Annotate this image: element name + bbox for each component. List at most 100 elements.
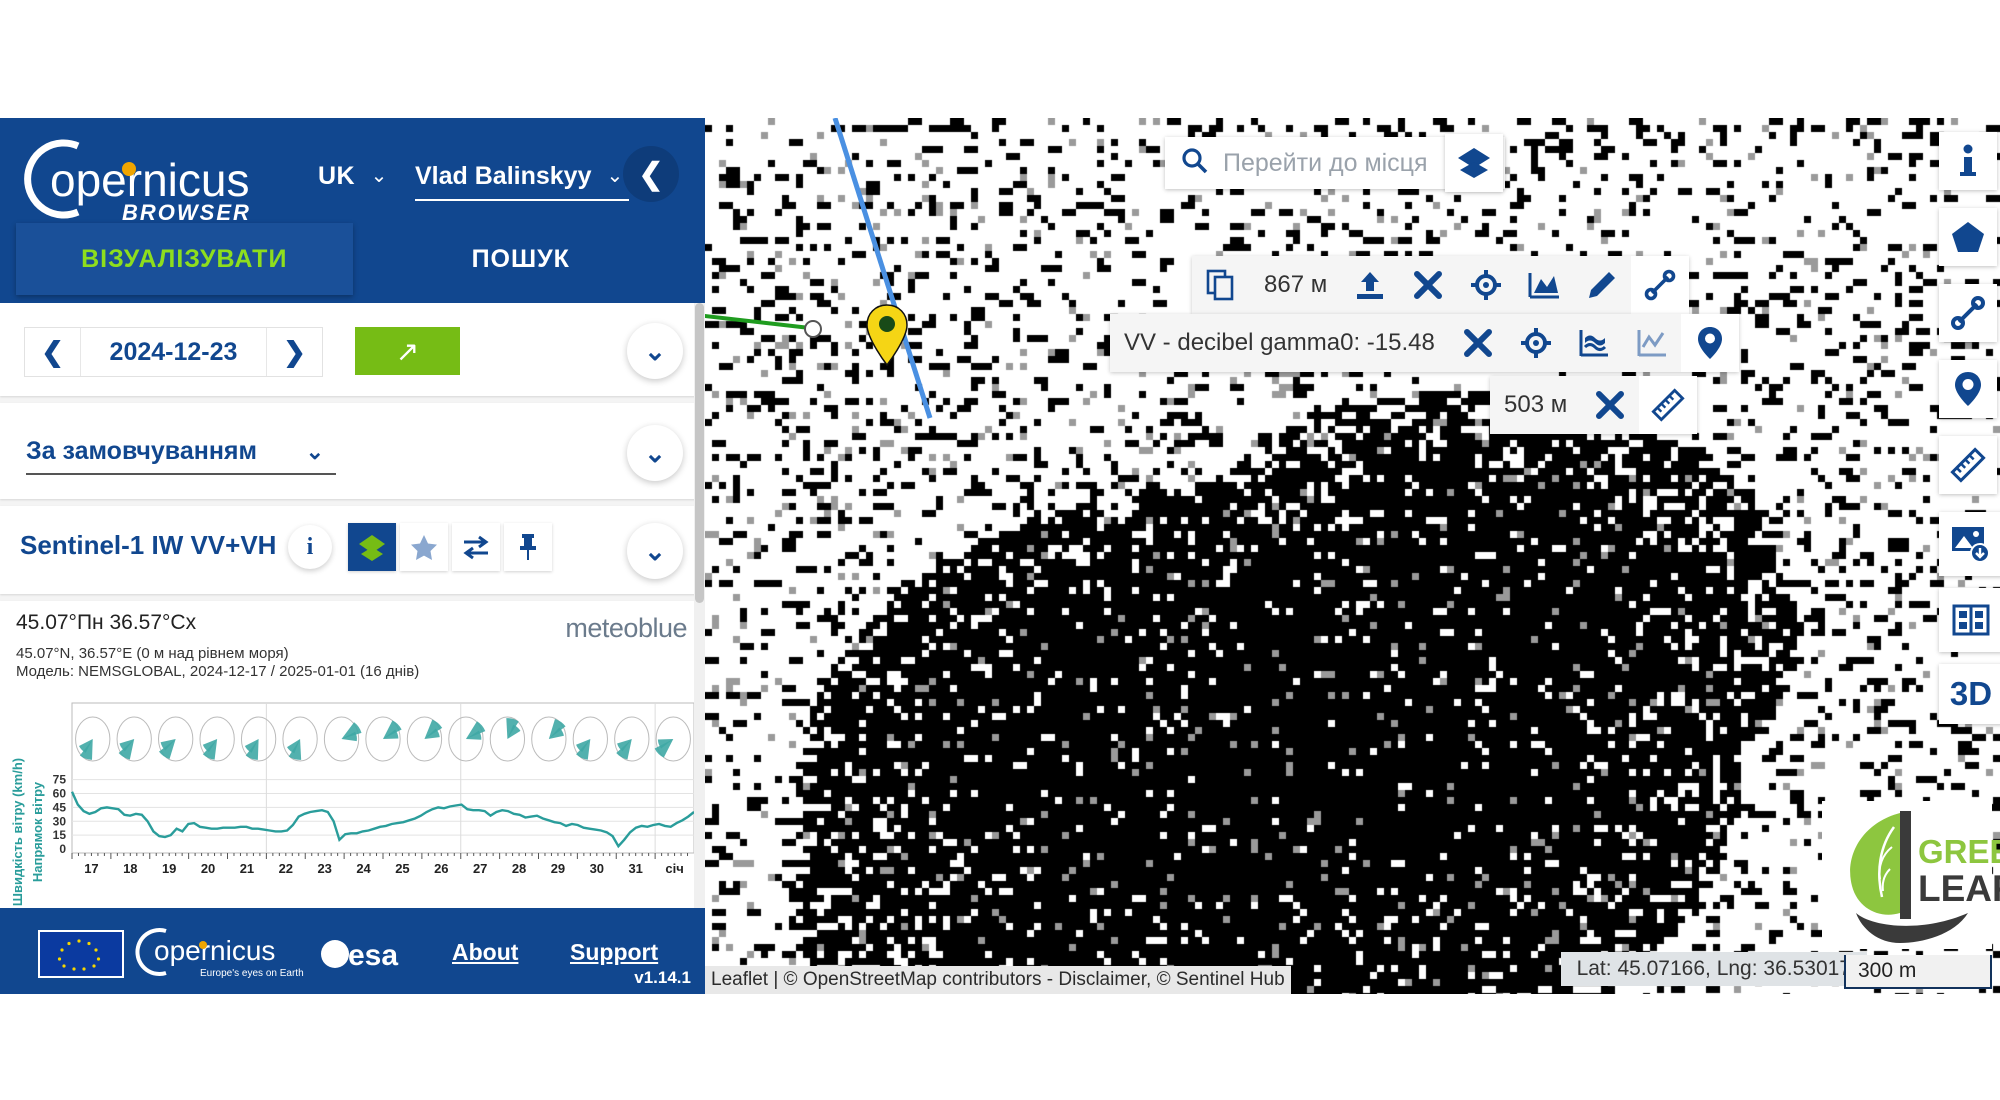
image-download-icon[interactable] <box>1939 512 2000 576</box>
chevron-down-icon: ⌄ <box>370 165 388 187</box>
compare-icon[interactable] <box>452 523 500 571</box>
svg-text:esa: esa <box>348 939 398 972</box>
area-chart-icon[interactable] <box>1515 256 1573 314</box>
svg-text:BROWSER: BROWSER <box>122 200 251 225</box>
pin-icon[interactable] <box>504 523 552 571</box>
chevron-down-icon: ⌄ <box>305 438 324 464</box>
language-label: UK <box>318 162 356 190</box>
sidebar-collapse-button[interactable]: ❮ <box>623 146 679 202</box>
info-icon[interactable] <box>1939 132 1997 190</box>
upload-icon[interactable] <box>1341 256 1399 314</box>
user-menu[interactable]: Vlad Balinskyy ⌄ <box>415 162 630 201</box>
preset-value: За замовчуванням <box>26 437 258 465</box>
chevron-left-icon: ❮ <box>638 157 664 191</box>
search-icon <box>1165 147 1223 180</box>
close-icon[interactable] <box>1399 256 1457 314</box>
sar-imagery-layer[interactable] <box>705 118 2000 994</box>
copernicus-footer-logo: opernicus Europe's eyes on Earth <box>135 926 304 980</box>
eu-flag-icon <box>38 930 124 978</box>
svg-text:18: 18 <box>123 861 137 876</box>
scrollbar-thumb[interactable] <box>695 303 704 603</box>
preset-dropdown[interactable]: За замовчуванням ⌄ <box>26 437 336 475</box>
measure-toolbar: 867 м <box>1192 256 1690 314</box>
map-marker-icon[interactable] <box>865 303 909 367</box>
svg-text:22: 22 <box>279 861 293 876</box>
date-selector-card: ❮ 2024-12-23 ❯ ↗ ⌄ <box>0 303 705 396</box>
date-picker[interactable]: ❮ 2024-12-23 ❯ <box>24 327 323 377</box>
date-value[interactable]: 2024-12-23 <box>81 328 266 376</box>
arrow-up-right-icon: ↗ <box>395 335 420 367</box>
svg-text:opernicus: opernicus <box>154 935 275 966</box>
footer-link-about[interactable]: About <box>452 939 518 966</box>
date-next-button[interactable]: ❯ <box>266 328 322 376</box>
info-icon[interactable]: i <box>288 525 332 569</box>
language-selector[interactable]: UK ⌄ <box>318 162 388 191</box>
svg-text:Напрямок вітру: Напрямок вітру <box>30 781 45 882</box>
polygon-icon[interactable] <box>1939 208 1997 266</box>
pixel-value-label: VV - decibel gamma0: -15.48 <box>1124 329 1435 356</box>
film-icon[interactable] <box>1939 588 2000 652</box>
svg-text:75: 75 <box>53 773 67 787</box>
line-measure-icon[interactable] <box>1631 256 1690 314</box>
svg-text:20: 20 <box>201 861 215 876</box>
line-measure-icon[interactable] <box>1939 284 1997 342</box>
crosshair-icon[interactable] <box>1457 256 1515 314</box>
svg-text:28: 28 <box>512 861 526 876</box>
layers-icon[interactable] <box>348 523 396 571</box>
map-attribution: Leaflet | © OpenStreetMap contributors -… <box>705 966 1291 994</box>
map-canvas[interactable]: Перейти до місця 3D 867 м VV - decibel g… <box>705 118 2000 994</box>
svg-text:26: 26 <box>434 861 448 876</box>
esa-logo: esa <box>318 936 433 977</box>
svg-text:17: 17 <box>84 861 98 876</box>
three-d-button[interactable]: 3D <box>1939 664 2000 724</box>
layer-card: Sentinel-1 IW VV+VH i ⌄ <box>0 506 705 594</box>
copy-icon[interactable] <box>1192 256 1250 314</box>
pencil-icon[interactable] <box>1573 256 1631 314</box>
ruler-icon[interactable] <box>1639 376 1698 434</box>
preset-card-expand-button[interactable]: ⌄ <box>627 425 683 481</box>
three-d-label: 3D <box>1949 675 1993 712</box>
search-placeholder: Перейти до місця <box>1223 148 1428 177</box>
date-prev-button[interactable]: ❮ <box>25 328 81 376</box>
svg-text:25: 25 <box>395 861 409 876</box>
close-icon[interactable] <box>1581 376 1639 434</box>
sidebar-footer: opernicus Europe's eyes on Earth esa Abo… <box>0 908 705 994</box>
svg-text:30: 30 <box>590 861 604 876</box>
crosshair-icon[interactable] <box>1507 314 1565 372</box>
layers-diamond-icon[interactable] <box>1445 134 1503 192</box>
line-chart-icon[interactable] <box>1623 314 1681 372</box>
close-icon[interactable] <box>1449 314 1507 372</box>
stats-chart-icon[interactable] <box>1565 314 1623 372</box>
svg-text:29: 29 <box>551 861 565 876</box>
go-to-date-button[interactable]: ↗ <box>355 327 460 375</box>
wind-chart: 0 15 30 45 60 75 17 18 19 20 21 22 23 24 25 26 27 28 29 30 3… <box>8 701 698 906</box>
ruler-icon[interactable] <box>1939 436 1997 494</box>
date-card-expand-button[interactable]: ⌄ <box>627 323 683 379</box>
meteoblue-coords-sub: 45.07°N, 36.57°E (0 м над рівнем моря) <box>16 645 289 662</box>
tab-visualize[interactable]: ВІЗУАЛІЗУВАТИ <box>16 223 353 295</box>
chevron-down-icon: ⌄ <box>606 165 624 187</box>
layer-name: Sentinel-1 IW VV+VH <box>20 530 277 560</box>
sidebar-tabs: ВІЗУАЛІЗУВАТИ ПОШУК <box>16 223 689 295</box>
meteoblue-coords: 45.07°Пн 36.57°Сх <box>16 611 197 634</box>
map-scale-bar: 300 m <box>1844 955 1992 989</box>
meteoblue-logo: meteoblue <box>565 613 687 643</box>
svg-text:31: 31 <box>628 861 642 876</box>
svg-text:19: 19 <box>162 861 176 876</box>
map-coordinates: Lat: 45.07166, Lng: 36.53017 <box>1560 952 1867 986</box>
map-marker-icon[interactable] <box>1680 314 1739 372</box>
second-measure-distance-label: 503 м <box>1504 391 1568 418</box>
sidebar-scrollbar[interactable] <box>694 303 705 994</box>
svg-text:0: 0 <box>59 842 66 856</box>
layer-card-expand-button[interactable]: ⌄ <box>627 523 683 579</box>
svg-text:січ: січ <box>665 861 683 876</box>
app-version: v1.14.1 <box>634 968 691 987</box>
greenleaf-line2: LEAF <box>1918 868 2000 909</box>
map-marker-icon[interactable] <box>1939 360 1997 418</box>
tab-search[interactable]: ПОШУК <box>353 223 690 295</box>
meteoblue-model: Модель: NEMSGLOBAL, 2024-12-17 / 2025-01… <box>16 663 420 680</box>
chevron-down-icon: ⌄ <box>644 437 666 468</box>
chevron-left-icon: ❮ <box>41 336 64 367</box>
star-icon[interactable] <box>400 523 448 571</box>
footer-link-support[interactable]: Support <box>570 939 658 966</box>
